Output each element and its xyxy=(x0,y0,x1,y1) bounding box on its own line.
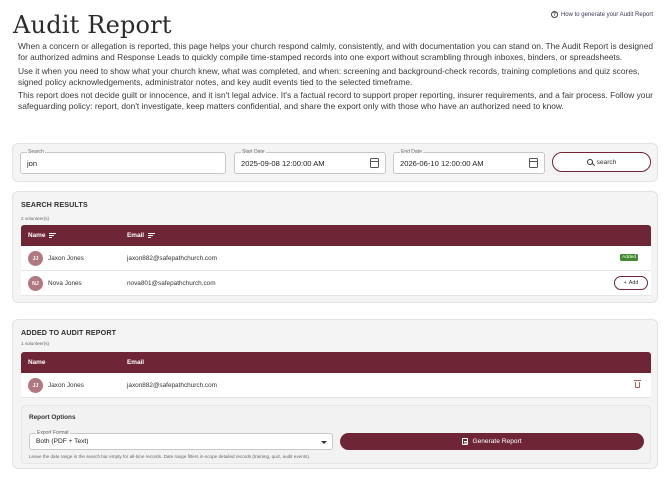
volunteer-email: jaxon882@safepathchurch.com xyxy=(127,382,217,389)
start-date-field[interactable]: Start Date 2025-09-08 12:00:00 AM xyxy=(234,149,386,174)
calendar-icon[interactable] xyxy=(370,158,379,168)
end-date-value: 2026-06-10 12:00:00 AM xyxy=(400,159,484,168)
end-date-label: End Date xyxy=(400,149,423,155)
calendar-icon[interactable] xyxy=(529,158,538,168)
report-icon xyxy=(462,438,469,445)
section-title: ADDED TO AUDIT REPORT xyxy=(21,328,117,337)
column-label: Name xyxy=(28,232,46,239)
help-link-label: How to generate your Audit Report xyxy=(560,11,653,18)
search-input[interactable]: Search jon xyxy=(20,149,226,174)
table-row: JJ Jaxon Jones jaxon882@safepathchurch.c… xyxy=(21,246,651,271)
chevron-down-icon xyxy=(321,441,327,444)
intro-text: When a concern or allegation is reported… xyxy=(18,41,658,115)
start-date-label: Start Date xyxy=(241,149,266,155)
search-button-label: search xyxy=(596,158,617,166)
search-icon xyxy=(586,159,593,165)
sort-icon xyxy=(148,233,156,238)
avatar: JJ xyxy=(28,378,43,393)
added-table: Name Email JJ Jaxon Jones jaxon882@safep… xyxy=(21,352,651,398)
generate-report-button[interactable]: Generate Report xyxy=(340,433,644,450)
intro-paragraph: This report does not decide guilt or inn… xyxy=(18,90,653,112)
table-row: JJ Jaxon Jones jaxon882@safepathchurch.c… xyxy=(21,373,651,398)
export-format-select[interactable]: Export Format Both (PDF + Text) xyxy=(29,430,333,450)
help-icon: ? xyxy=(550,11,558,18)
add-volunteer-button[interactable]: + Add xyxy=(614,276,648,290)
name-column-header[interactable]: Name xyxy=(28,232,57,239)
volunteer-name: Jaxon Jones xyxy=(48,382,84,389)
add-button-label: Add xyxy=(628,280,639,286)
volunteer-email: jaxon882@safepathchurch.com xyxy=(127,255,217,262)
volunteer-name: Nova Jones xyxy=(48,280,82,287)
section-title: SEARCH RESULTS xyxy=(21,200,88,209)
export-format-label: Export Format xyxy=(36,430,70,436)
table-row: NJ Nova Jones nova801@safepathchurch.com… xyxy=(21,271,651,296)
avatar: JJ xyxy=(28,251,43,266)
page-title: Audit Report xyxy=(13,11,172,39)
volunteer-count: 2 volunteer(s) xyxy=(21,216,50,221)
generate-report-label: Generate Report xyxy=(472,438,522,445)
intro-paragraph: Use it when you need to show what your c… xyxy=(18,65,640,87)
column-label: Email xyxy=(127,232,145,239)
volunteer-count: 1 volunteer(s) xyxy=(21,341,50,346)
table-header: Name Email xyxy=(21,225,651,246)
email-column-header: Email xyxy=(127,359,145,366)
help-link[interactable]: ? How to generate your Audit Report xyxy=(547,9,657,20)
avatar: NJ xyxy=(28,276,43,291)
start-date-value: 2025-09-08 12:00:00 AM xyxy=(241,159,325,168)
report-options-title: Report Options xyxy=(29,414,76,421)
search-button[interactable]: search xyxy=(552,152,651,172)
search-input-value: jon xyxy=(27,159,38,168)
volunteer-email: nova801@safepathchurch.com xyxy=(127,280,216,287)
export-format-value: Both (PDF + Text) xyxy=(36,438,89,445)
email-column-header[interactable]: Email xyxy=(127,232,156,239)
trash-icon[interactable] xyxy=(634,380,641,388)
end-date-field[interactable]: End Date 2026-06-10 12:00:00 AM xyxy=(393,149,545,174)
status-badge: Added xyxy=(620,254,638,261)
search-bar: Search jon Start Date 2025-09-08 12:00:0… xyxy=(12,143,658,182)
search-results-section: SEARCH RESULTS 2 volunteer(s) Name Email… xyxy=(12,191,658,303)
table-header: Name Email xyxy=(21,352,651,373)
added-to-report-section: ADDED TO AUDIT REPORT 1 volunteer(s) Nam… xyxy=(12,319,658,469)
report-options: Report Options Export Format Both (PDF +… xyxy=(21,405,651,464)
plus-icon: + xyxy=(623,280,627,286)
name-column-header: Name xyxy=(28,359,46,366)
search-input-label: Search xyxy=(27,149,45,155)
intro-paragraph: When a concern or allegation is reported… xyxy=(18,41,654,63)
sort-icon xyxy=(49,233,57,238)
options-hint: Leave the date range in the search bar e… xyxy=(29,454,311,459)
volunteer-name: Jaxon Jones xyxy=(48,255,84,262)
results-table: Name Email JJ Jaxon Jones jaxon882@safep… xyxy=(21,225,651,296)
